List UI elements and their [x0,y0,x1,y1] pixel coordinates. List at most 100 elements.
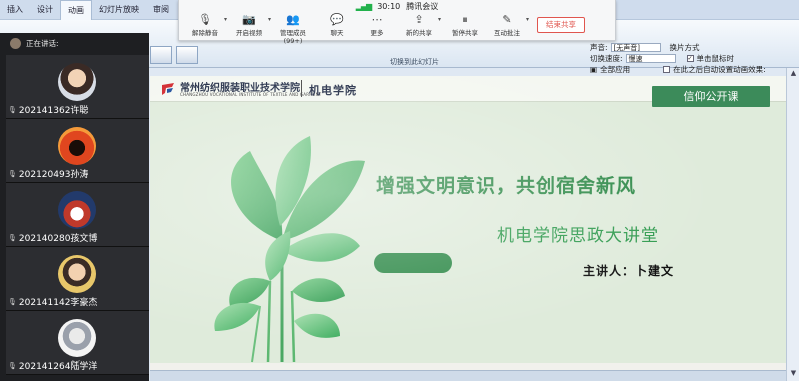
participant-name: 202141362许聪 [18,106,89,116]
slide-title: 增强文明意识，共创宿舍新风 [376,175,637,197]
meeting-tool-label: 互动批注 [494,29,520,37]
microphone-muted-icon: 🎙 [8,297,17,306]
slide-subtitle: 机电学院思政大讲堂 [497,226,659,246]
meeting-tool-label: 新的共享 [406,29,432,37]
sound-select[interactable]: [无声音] [610,43,661,52]
participant-tile[interactable]: 🎙 202141142李豪杰 [6,247,149,311]
participant-name: 202120493孙涛 [18,170,89,180]
meeting-tool-label: 暂停共享 [452,29,478,37]
sound-label: 声音: [590,43,608,52]
status-bar [150,370,786,381]
meeting-timer: 30:10 [377,1,401,11]
pause-icon: ⏸ [462,13,468,26]
meeting-tool-button[interactable]: 🎙 解除静音 ▾ [183,13,227,38]
participant-name: 202141264陆学洋 [18,362,98,372]
meeting-tool-label: 开启视频 [236,29,262,37]
chat-icon: 💬 [330,13,344,26]
annotate-icon: ✎ [502,13,512,26]
meeting-tool-button[interactable]: 📷 开启视频 ▾ [227,13,271,38]
slide-canvas: 常州纺织服装职业技术学院 CHANGZHOU VOCATIONAL INSTIT… [150,76,786,370]
meeting-tool-button[interactable]: 👥 管理成员(99+) [271,13,315,46]
camera-off-icon: 📷 [242,13,256,26]
participant-tile[interactable]: 🎙 202140280孩文博 [6,183,149,247]
participant-name-row: 🎙 202140280孩文博 [8,231,98,245]
speaker-name: 主讲人：卜建文 [583,264,675,278]
microphone-muted-icon: 🎙 [8,361,17,370]
apply-all-button[interactable]: 全部应用 [600,64,630,75]
meeting-toolbar: ▂▄▆ 30:10 腾讯会议 🎙 解除静音 ▾ 📷 开启视频 ▾ 👥 管理成员(99+) 💬 聊天… [178,0,616,45]
participant-tile[interactable]: 🎙 202141362许聪 [6,55,149,119]
decorative-pill [374,253,452,273]
participant-tile[interactable]: 🎙 202120493孙涛 [6,119,149,183]
participant-name-row: 🎙 202141362许聪 [8,103,89,117]
scroll-down-arrow-icon[interactable]: ▼ [788,369,799,380]
avatar [58,191,96,229]
speaking-label: 正在讲话: [26,38,59,48]
meeting-tool-label: 管理成员(99+) [280,29,306,45]
ribbon-tab[interactable]: 设计 [30,0,60,20]
chevron-down-icon[interactable]: ▾ [438,16,441,23]
advance-label: 换片方式 [669,43,700,52]
meeting-tool-button[interactable]: 💬 聊天 [315,13,359,38]
participants-panel: 正在讲话: ︿ 🎙202141362许聪🎙202120493孙涛🎙2021402… [0,33,149,381]
participant-name-row: 🎙 202120493孙涛 [8,167,89,181]
ribbon-tab[interactable]: 动画 [60,0,92,20]
microphone-muted-icon: 🎙 [8,105,17,114]
meeting-tool-label: 聊天 [330,29,344,37]
speed-label: 切换速度: [590,54,623,63]
more-icon: ⋯ [371,13,383,26]
ribbon-tab[interactable]: 审阅 [146,0,176,20]
avatar [58,63,96,101]
signal-icon: ▂▄▆ [355,1,373,11]
ribbon-tab[interactable]: 插入 [0,0,30,20]
auto-after-label: 在此之后自动设置动画效果: [673,65,766,74]
transition-gallery[interactable] [150,46,198,64]
logo-divider [301,80,302,97]
end-share-button[interactable]: 结束共享 [537,17,585,33]
meeting-tool-button[interactable]: ✎ 互动批注 ▾ [485,13,529,38]
scroll-down-icon[interactable]: ﹀ [72,359,80,370]
meeting-tool-label: 更多 [370,29,384,37]
microphone-muted-icon: 🎙 [8,169,17,178]
meeting-tool-label: 解除静音 [192,29,218,37]
avatar [58,255,96,293]
slide-bottom-band [150,363,786,370]
meeting-status: ▂▄▆ 30:10 腾讯会议 [179,0,615,12]
ribbon-group-label: 切换到此幻灯片 [390,58,439,66]
on-click-label: 单击鼠标时 [696,54,735,63]
vertical-scrollbar[interactable]: ▲ ▼ [786,68,799,381]
share-icon: ⇪ [414,13,424,26]
school-logo-icon [162,83,174,95]
meeting-tool-button[interactable]: ⏸ 暂停共享 [443,13,487,38]
avatar [58,127,96,165]
participant-name: 202141142李豪杰 [18,298,98,308]
meeting-tool-button[interactable]: ⋯ 更多 [355,13,399,38]
avatar [58,319,96,357]
participant-name-row: 🎙 202141264陆学洋 [8,359,98,373]
college-name: 机电学院 [309,84,357,97]
leaves-illustration [214,136,365,363]
speed-row: 切换速度: 慢速 ✓ 单击鼠标时 [590,53,799,64]
transition-thumb[interactable] [150,46,172,64]
participant-name: 202140280孩文博 [18,234,98,244]
apply-all-icon: ▣ [590,65,598,74]
microphone-muted-icon: 🎙 [198,13,212,26]
participant-name-row: 🎙 202141142李豪杰 [8,295,98,309]
apply-row: ▣ 全部应用 在此之后自动设置动画效果: [590,64,799,75]
sound-row: 声音: [无声音] 换片方式 [590,42,799,53]
members-icon: 👥 [286,13,300,26]
auto-after-checkbox[interactable] [663,66,671,73]
meeting-tool-button[interactable]: ⇪ 新的共享 ▾ [397,13,441,38]
meeting-app-name: 腾讯会议 [406,1,439,11]
scroll-up-arrow-icon[interactable]: ▲ [788,69,799,80]
speaker-avatar [10,37,21,49]
speed-select[interactable]: 慢速 [625,54,676,63]
speaking-indicator: 正在讲话: [0,33,149,53]
transition-thumb[interactable] [176,46,198,64]
open-class-badge: 信仰公开课 [652,86,770,107]
transition-options: 声音: [无声音] 换片方式 切换速度: 慢速 ✓ 单击鼠标时 ▣ 全部应用 在… [590,42,799,75]
microphone-muted-icon: 🎙 [8,233,17,242]
chevron-down-icon[interactable]: ▾ [526,16,529,23]
on-click-checkbox[interactable]: ✓ [686,55,694,62]
ribbon-tab[interactable]: 幻灯片放映 [92,0,146,20]
